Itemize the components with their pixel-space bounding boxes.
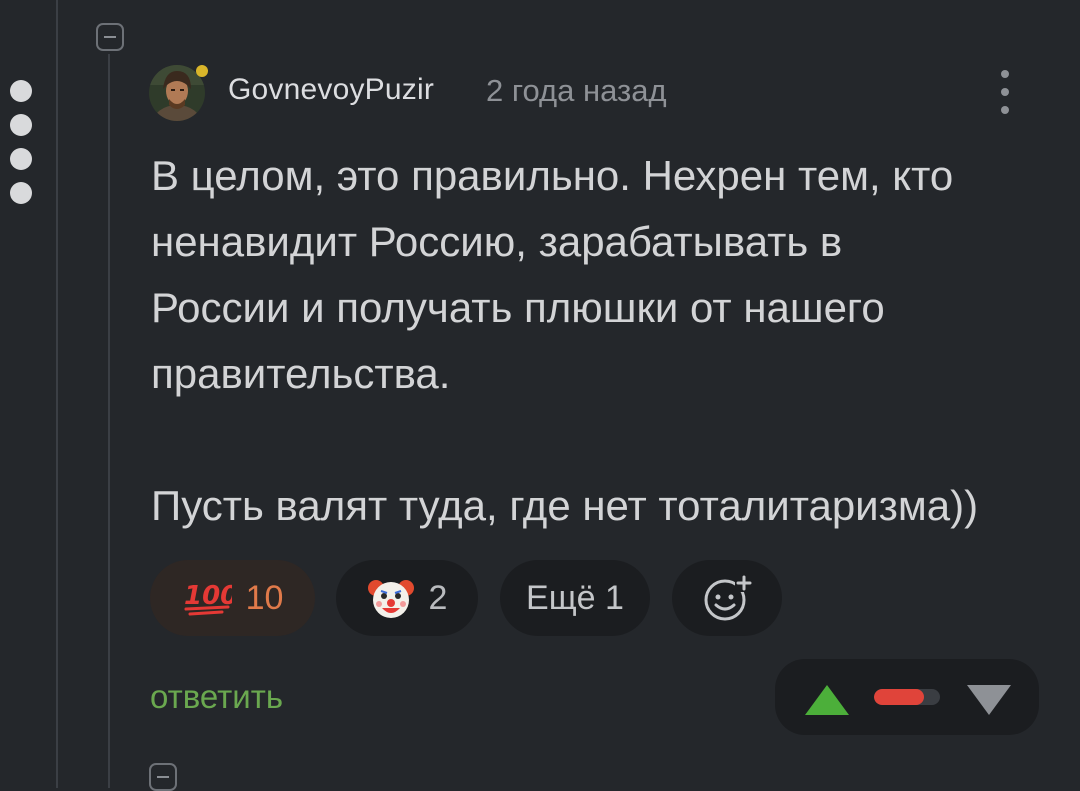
rating-bar-downvote-fill <box>874 689 924 705</box>
depth-dot <box>10 114 32 136</box>
more-reactions-button[interactable]: Ещё 1 <box>500 560 650 636</box>
reaction-count: 2 <box>428 578 448 617</box>
comment-body: В целом, это правильно. Нехрен тем, кто … <box>151 143 1051 539</box>
comment-author[interactable]: GovnevoyPuzir <box>228 73 434 107</box>
rating-bar <box>874 689 940 705</box>
comment-line: правительства. <box>151 350 451 397</box>
comment-line: ненавидит Россию, зарабатывать в <box>151 218 843 265</box>
comment-line: России и получать плюшки от нашего <box>151 284 885 331</box>
thread-depth-indicator[interactable] <box>10 80 36 216</box>
clown-face-icon <box>367 580 414 618</box>
vote-panel <box>775 659 1039 735</box>
hundred-points-icon: 100 <box>184 581 232 616</box>
collapse-thread-button[interactable] <box>96 23 124 51</box>
add-reaction-button[interactable] <box>672 560 782 636</box>
downvote-icon[interactable] <box>965 683 1013 717</box>
more-reactions-label: Ещё 1 <box>526 578 624 617</box>
branch-line <box>108 54 110 788</box>
depth-dot <box>10 80 32 102</box>
reaction-clown-button[interactable]: 2 <box>336 560 478 636</box>
depth-dot <box>10 148 32 170</box>
online-status-dot <box>196 65 208 77</box>
collapse-next-thread-button[interactable] <box>149 763 177 791</box>
reply-link[interactable]: ответить <box>150 678 283 716</box>
comment-timestamp[interactable]: 2 года назад <box>486 73 667 109</box>
reaction-hundred-button[interactable]: 100 10 <box>150 560 315 636</box>
depth-dot <box>10 182 32 204</box>
more-options-icon[interactable] <box>990 70 1020 116</box>
reaction-count: 10 <box>245 578 284 617</box>
smiley-plus-icon <box>704 574 753 621</box>
comment-line: В целом, это правильно. Нехрен тем, кто <box>151 152 954 199</box>
comment-line: Пусть валят туда, где нет тоталитаризма)… <box>151 482 979 529</box>
upvote-icon[interactable] <box>803 683 851 717</box>
thread-line <box>56 0 58 788</box>
